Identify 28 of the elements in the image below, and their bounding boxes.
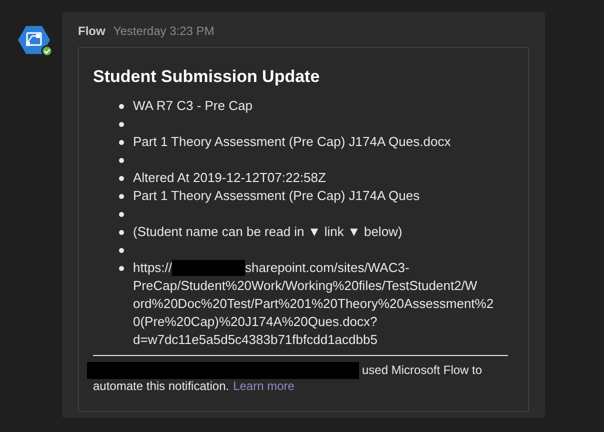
footer-text: used Microsoft Flow to [362,363,482,378]
item-text: Part 1 Theory Assessment (Pre Cap) J174A Ques [133,187,420,205]
url-text: ord%20Doc%20Test/Part%201%20Theory%20Assessment%2 [133,295,494,313]
bullet-icon [119,194,124,199]
bullet-icon [119,266,124,271]
bullet-icon [119,176,124,181]
item-text: Part 1 Theory Assessment (Pre Cap) J174A Ques.docx [133,133,451,151]
learn-more-link[interactable]: Learn more [233,379,294,394]
url-text: PreCap/Student%20Work/Working%20files/TestStudent2/W [133,277,478,295]
footer-text: automate this notification. [93,379,230,394]
bullet-icon [119,248,124,253]
bullet-icon [119,122,124,127]
message-time: Yesterday 3:23 PM [113,23,214,40]
url-text: sharepoint.com/sites/WAC3- [245,259,410,277]
item-text: (Student name can be read in ▼ link ▼ below) [133,223,402,241]
bullet-icon [119,212,124,217]
bullet-icon [119,158,124,163]
card-title: Student Submission Update [93,66,321,88]
bullet-icon [119,230,124,235]
item-text: WA R7 C3 - Pre Cap [133,97,252,115]
bullet-icon [119,104,124,109]
item-text: Altered At 2019-12-12T07:22:58Z [133,169,326,187]
flow-app-icon [18,25,54,57]
bullet-icon [119,140,124,145]
url-text: 0(Pre%20Cap)%20J174A%20Ques.docx? [133,313,378,331]
sender-name: Flow [78,23,106,40]
url-text: https:// [133,259,172,277]
url-text: d=w7dc11e5a5d5c4383b71fbfcdd1acdbb5 [133,331,378,349]
